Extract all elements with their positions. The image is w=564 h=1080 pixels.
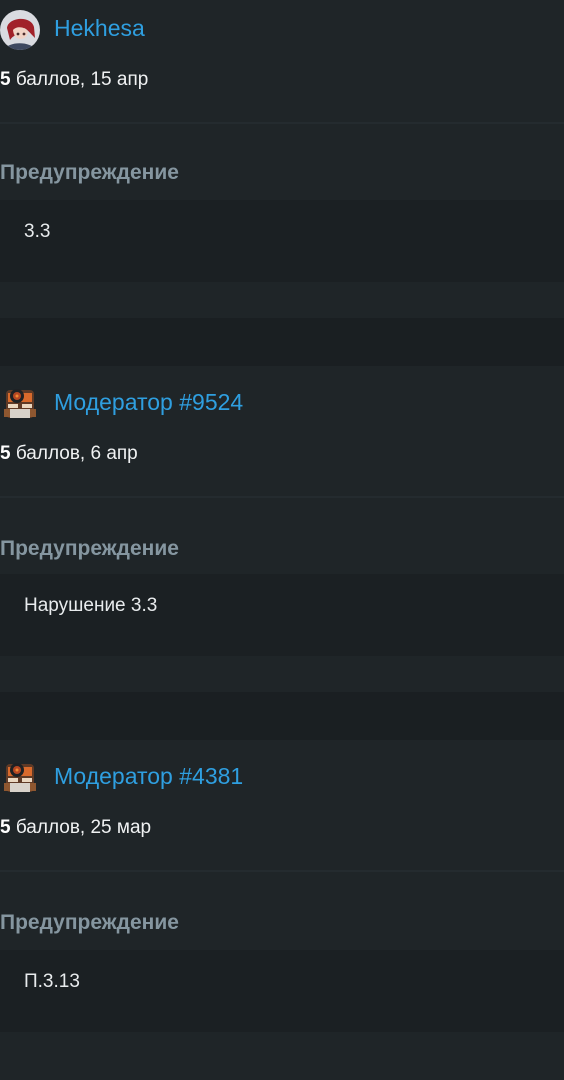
- reason-box: Нарушение 3.3: [0, 574, 564, 656]
- warning-card: Модератор #4381 5 баллов, 25 мар Предупр…: [0, 740, 564, 1080]
- reason-title: Предупреждение: [0, 911, 179, 934]
- warning-header: Модератор #9524: [0, 374, 564, 434]
- warning-card: Модератор #9524 5 баллов, 6 апр Предупре…: [0, 366, 564, 692]
- reason-text: 3.3: [24, 221, 51, 242]
- reason-title: Предупреждение: [0, 161, 179, 184]
- divider: [0, 122, 564, 124]
- warning-card: Hekhesa 5 баллов, 15 апр Предупреждение …: [0, 0, 564, 318]
- divider: [0, 496, 564, 498]
- reason-box: П.3.13: [0, 950, 564, 1032]
- divider: [0, 870, 564, 872]
- warning-header: Модератор #4381: [0, 748, 564, 808]
- points-date-text: баллов, 15 апр: [15, 69, 149, 90]
- points-date-text: баллов, 6 апр: [15, 443, 138, 464]
- reason-box: 3.3: [0, 200, 564, 282]
- robot-avatar-icon[interactable]: [0, 758, 40, 798]
- points-value: 5: [0, 69, 11, 90]
- author-link[interactable]: Модератор #4381: [54, 762, 243, 790]
- points-date-line: 5 баллов, 25 мар: [0, 816, 151, 840]
- warning-header: Hekhesa: [0, 0, 564, 60]
- reason-text: Нарушение 3.3: [24, 595, 158, 616]
- author-link[interactable]: Hekhesa: [54, 14, 145, 42]
- points-value: 5: [0, 817, 11, 838]
- card-separator: [0, 318, 564, 366]
- robot-avatar-icon[interactable]: [0, 384, 40, 424]
- user-avatar-anime-icon[interactable]: [0, 10, 40, 50]
- reason-title: Предупреждение: [0, 537, 179, 560]
- card-separator: [0, 692, 564, 740]
- author-link[interactable]: Модератор #9524: [54, 388, 243, 416]
- points-date-line: 5 баллов, 6 апр: [0, 442, 138, 466]
- points-date-line: 5 баллов, 15 апр: [0, 68, 148, 92]
- reason-text: П.3.13: [24, 971, 80, 992]
- points-value: 5: [0, 443, 11, 464]
- points-date-text: баллов, 25 мар: [15, 817, 152, 838]
